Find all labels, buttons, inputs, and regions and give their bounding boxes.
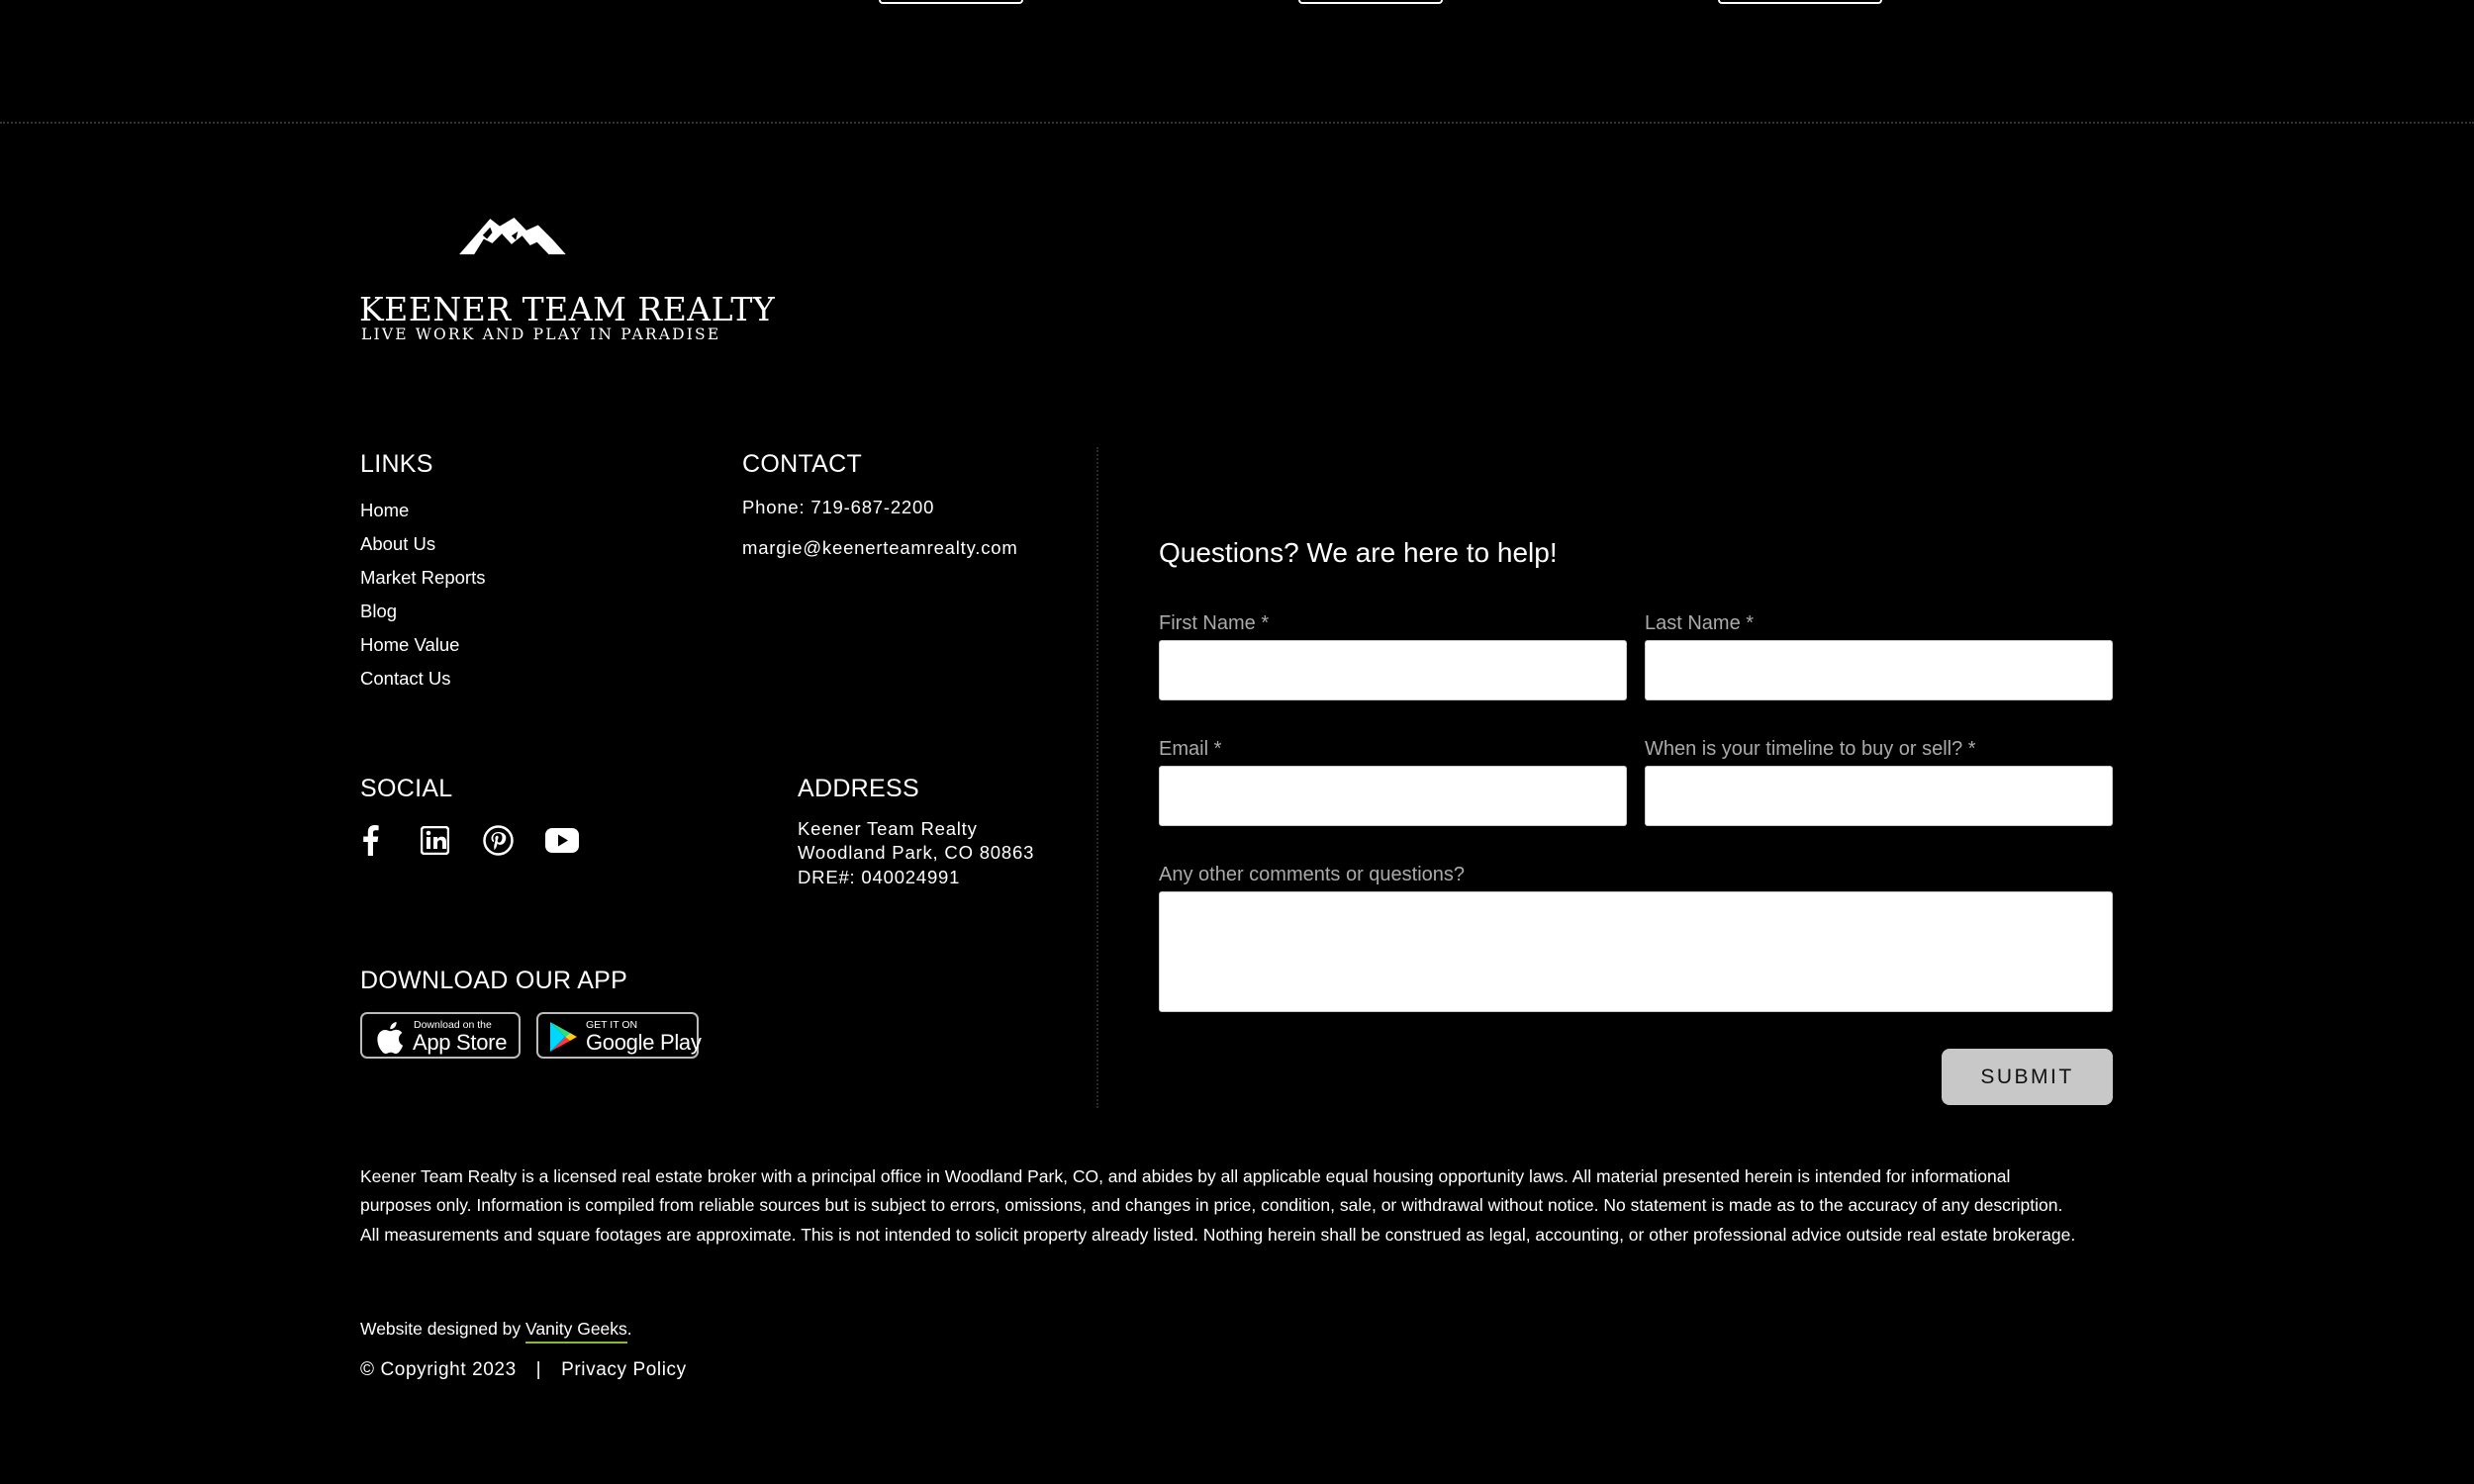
- linkedin-icon[interactable]: [420, 823, 449, 857]
- credit-prefix: Website designed by: [360, 1319, 526, 1339]
- pinterest-icon[interactable]: [482, 823, 514, 857]
- mountain-logo-icon: [459, 218, 566, 255]
- google-play-large-text: Google Play: [586, 1030, 702, 1055]
- youtube-icon[interactable]: [544, 823, 580, 857]
- brand-name: KEENER TEAM REALTY: [359, 290, 776, 328]
- last-name-label: Last Name *: [1645, 612, 1755, 634]
- facebook-icon[interactable]: [360, 823, 380, 857]
- contact-email[interactable]: margie@keenerteamrealty.com: [742, 537, 1018, 559]
- links-heading: LINKS: [360, 450, 433, 478]
- app-heading: DOWNLOAD OUR APP: [360, 967, 628, 994]
- first-name-input[interactable]: [1159, 640, 1627, 700]
- contact-phone[interactable]: Phone: 719-687-2200: [742, 497, 934, 518]
- address-line-1: Keener Team Realty: [798, 818, 978, 839]
- google-play-badge[interactable]: GET IT ON Google Play: [536, 1012, 702, 1059]
- footer-link-about[interactable]: About Us: [360, 533, 435, 555]
- social-heading: SOCIAL: [360, 775, 453, 802]
- submit-button[interactable]: SUBMIT: [1942, 1049, 2113, 1105]
- copyright-separator: |: [535, 1359, 542, 1380]
- address-line-2: Woodland Park, CO 80863: [798, 842, 1035, 863]
- app-store-badge[interactable]: Download on the App Store: [360, 1012, 521, 1059]
- privacy-policy-link[interactable]: Privacy Policy: [561, 1359, 687, 1380]
- footer-link-market-reports[interactable]: Market Reports: [360, 567, 485, 589]
- footer-link-blog[interactable]: Blog: [360, 601, 397, 622]
- partial-button-2[interactable]: [1298, 0, 1443, 4]
- partial-button-1[interactable]: [879, 0, 1023, 4]
- brand-tagline: LIVE WORK AND PLAY IN PARADISE: [361, 325, 721, 343]
- form-title: Questions? We are here to help!: [1159, 537, 1558, 568]
- section-divider: [0, 122, 2474, 124]
- copyright-text: © Copyright 2023: [360, 1359, 517, 1380]
- apple-icon: [377, 1022, 404, 1054]
- credit-line: Website designed by Vanity Geeks.: [360, 1319, 632, 1344]
- comments-textarea[interactable]: [1159, 891, 2113, 1012]
- copyright-line: © Copyright 2023 | Privacy Policy: [360, 1359, 687, 1381]
- contact-heading: CONTACT: [742, 450, 863, 478]
- disclaimer-text: Keener Team Realty is a licensed real es…: [360, 1166, 2076, 1245]
- google-play-icon: [550, 1022, 577, 1052]
- last-name-input[interactable]: [1645, 640, 2113, 700]
- address-heading: ADDRESS: [798, 775, 919, 802]
- timeline-label: When is your timeline to buy or sell? *: [1645, 738, 1976, 760]
- first-name-label: First Name *: [1159, 612, 1270, 634]
- address-line-3: DRE#: 040024991: [798, 867, 961, 887]
- credit-suffix: .: [626, 1319, 632, 1339]
- app-store-large-text: App Store: [413, 1030, 508, 1055]
- timeline-input[interactable]: [1645, 766, 2113, 826]
- email-label: Email *: [1159, 738, 1222, 760]
- credit-link[interactable]: Vanity Geeks: [525, 1319, 627, 1344]
- email-input[interactable]: [1159, 766, 1627, 826]
- footer-link-home[interactable]: Home: [360, 500, 409, 521]
- footer-link-home-value[interactable]: Home Value: [360, 634, 459, 656]
- partial-button-3[interactable]: [1718, 0, 1882, 4]
- comments-label: Any other comments or questions?: [1159, 864, 1466, 885]
- column-divider: [1096, 447, 1098, 1108]
- footer-link-contact[interactable]: Contact Us: [360, 668, 451, 690]
